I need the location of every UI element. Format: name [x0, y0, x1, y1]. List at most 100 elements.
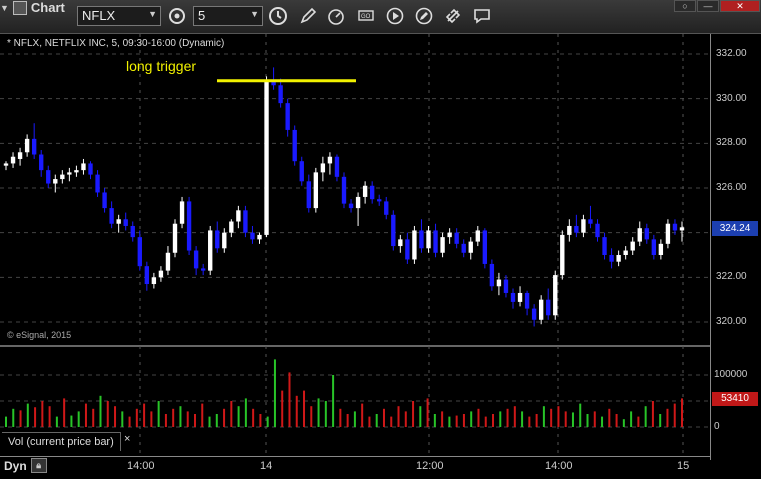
candle-body	[39, 154, 44, 171]
volume-bar	[492, 414, 495, 427]
candle-body	[609, 255, 614, 262]
candle-body	[651, 239, 657, 255]
volume-bar	[673, 403, 676, 427]
price-tick-label: 330.00	[716, 92, 747, 104]
candle-body	[31, 138, 37, 155]
time-tick-label: 15	[677, 460, 690, 472]
candle-body	[257, 234, 262, 240]
volume-bar	[303, 390, 306, 427]
price-volume-chart[interactable]	[0, 0, 761, 478]
volume-bar	[5, 416, 7, 427]
volume-bar	[179, 406, 182, 427]
candle-body	[355, 196, 361, 209]
candle-body	[320, 163, 326, 173]
candle-body	[602, 237, 607, 255]
long-trigger-annotation[interactable]: long trigger	[126, 58, 196, 74]
volume-bar	[630, 411, 633, 427]
volume-bar	[12, 408, 15, 427]
candle-body	[137, 237, 142, 267]
volume-bar	[281, 390, 284, 427]
candle-body	[595, 223, 600, 238]
candle-body	[278, 85, 283, 104]
volume-close-icon[interactable]: ×	[124, 433, 130, 445]
volume-bar	[193, 414, 196, 427]
price-tick-label: 322.00	[716, 271, 747, 283]
candle-body	[334, 156, 340, 177]
volume-bar	[593, 411, 596, 427]
volume-bar	[666, 408, 669, 427]
candle-body	[285, 103, 290, 130]
volume-bar	[55, 416, 58, 427]
volume-bar	[295, 395, 298, 427]
candle-body	[475, 230, 480, 242]
candle-body	[95, 174, 100, 193]
volume-bar	[419, 406, 422, 427]
volume-bar	[164, 414, 167, 427]
candle-body	[74, 170, 79, 173]
volume-bar	[34, 407, 37, 427]
candle-body	[560, 234, 565, 276]
volume-bar	[310, 406, 313, 427]
candle-body	[144, 266, 150, 285]
candle-body	[172, 223, 178, 253]
candle-body	[313, 172, 319, 209]
volume-bar	[128, 416, 131, 427]
volume-bar	[506, 408, 509, 427]
dynamic-mode[interactable]: Dyn 🔒︎	[4, 458, 47, 473]
volume-bar	[462, 414, 465, 427]
candle-body	[299, 161, 304, 182]
volume-bar	[390, 416, 393, 427]
volume-bar	[172, 408, 175, 427]
time-axis[interactable]	[0, 456, 710, 479]
watermark: © eSignal, 2015	[7, 330, 72, 340]
volume-legend[interactable]: Vol (current price bar)	[2, 432, 121, 451]
volume-legend-label: Vol (current price bar)	[8, 436, 114, 448]
volume-bar	[186, 411, 189, 427]
candle-body	[292, 129, 297, 162]
candle-body	[524, 292, 530, 309]
candle-body	[426, 230, 431, 249]
volume-bar	[266, 416, 269, 427]
candle-body	[447, 232, 452, 238]
volume-bar	[317, 398, 320, 427]
volume-bar	[644, 406, 647, 427]
price-tick-label: 320.00	[716, 316, 747, 327]
volume-bar	[564, 411, 567, 427]
candle-body	[362, 185, 368, 197]
volume-bar	[70, 415, 73, 427]
volume-bar	[601, 416, 604, 427]
candle-body	[398, 239, 403, 247]
volume-bar	[622, 419, 625, 427]
volume-tick-label: 0	[714, 421, 720, 432]
candle-body	[644, 228, 649, 240]
candle-body	[482, 230, 488, 264]
volume-bar	[92, 408, 95, 427]
volume-bar	[361, 403, 364, 427]
volume-bar	[397, 406, 400, 427]
volume-bar	[143, 403, 146, 427]
lock-icon[interactable]: 🔒︎	[30, 458, 47, 473]
volume-bar	[99, 395, 102, 427]
volume-bar	[215, 414, 218, 427]
candle-body	[229, 221, 234, 233]
candle-body	[672, 223, 678, 231]
time-tick-label: 14:00	[127, 460, 155, 472]
candle-body	[553, 275, 558, 316]
volume-bar	[484, 416, 487, 427]
volume-bar	[353, 411, 356, 427]
volume-bar	[651, 401, 654, 427]
volume-bar	[230, 401, 233, 427]
price-tick-label: 332.00	[716, 48, 747, 59]
candle-body	[412, 230, 417, 260]
volume-bar	[252, 408, 255, 427]
candle-body	[616, 255, 621, 262]
volume-bar	[157, 401, 160, 427]
candle-body	[151, 277, 157, 285]
volume-bar	[448, 416, 451, 427]
volume-bar	[121, 411, 124, 427]
time-tick-label: 12:00	[416, 460, 444, 472]
candle-body	[581, 219, 586, 233]
candle-body	[574, 225, 579, 233]
candle-body	[503, 279, 509, 293]
volume-bar	[106, 401, 109, 427]
